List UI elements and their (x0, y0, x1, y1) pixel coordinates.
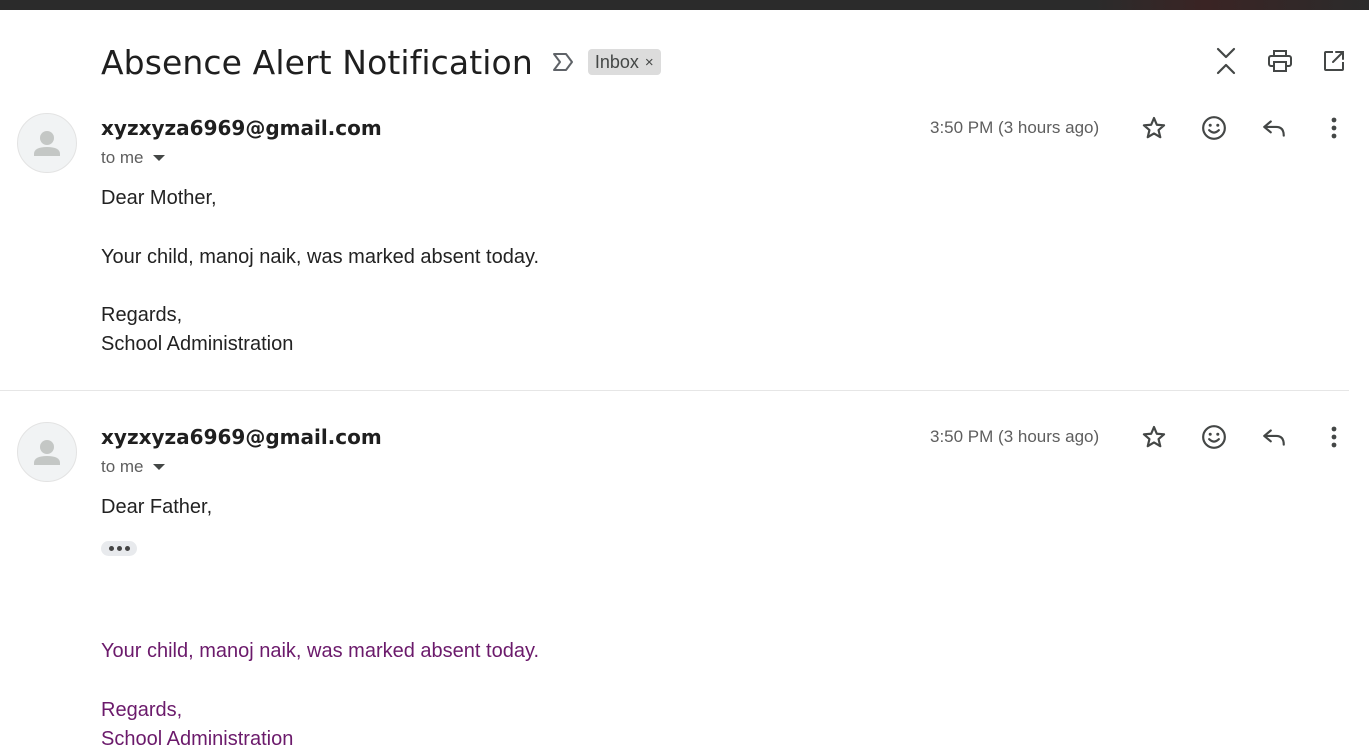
message-time: 3:50 PM (3 hours ago) (930, 118, 1100, 137)
emoji-icon (1202, 425, 1226, 449)
print-all-button[interactable] (1263, 44, 1297, 78)
person-icon (34, 131, 60, 156)
inbox-label-chip: Inbox × (587, 49, 661, 75)
body-greeting: Dear Mother, (101, 187, 217, 209)
reply-icon (1263, 120, 1285, 137)
quoted-body-text: Your child, manoj naik, was marked absen… (101, 640, 540, 662)
label-text: Inbox (594, 51, 639, 72)
star-button[interactable] (1136, 419, 1172, 455)
open-new-window-button[interactable] (1317, 44, 1351, 78)
add-reaction-button[interactable] (1196, 419, 1232, 455)
person-icon (34, 440, 60, 465)
collapse-all-icon (1216, 47, 1236, 75)
sender-email[interactable]: xyzxyza6969@gmail.com (101, 116, 382, 140)
body-signature: School Administration (101, 333, 294, 355)
star-icon (1142, 116, 1166, 139)
remove-label-icon[interactable]: × (645, 54, 654, 71)
body-greeting: Dear Father, (101, 496, 213, 518)
reply-icon (1263, 429, 1285, 446)
more-options-button[interactable] (1316, 110, 1352, 146)
add-reaction-button[interactable] (1196, 110, 1232, 146)
sender-avatar[interactable] (17, 113, 77, 173)
quoted-body-signature: School Administration (101, 728, 294, 750)
emoji-icon (1202, 116, 1226, 140)
more-vert-icon (1331, 117, 1337, 139)
importance-marker-icon[interactable] (551, 49, 577, 75)
recipient-details-toggle[interactable]: to me (101, 148, 166, 168)
star-icon (1142, 425, 1166, 448)
more-vert-icon (1331, 426, 1337, 448)
ellipsis-dot (108, 546, 114, 551)
message-time: 3:50 PM (3 hours ago) (930, 427, 1100, 446)
subject-header: Absence Alert Notification Inbox × (101, 40, 661, 84)
sender-avatar[interactable] (17, 422, 77, 482)
ellipsis-dot (124, 546, 130, 551)
body-closing: Regards, (101, 304, 183, 326)
reply-button[interactable] (1256, 419, 1292, 455)
show-trimmed-content-button[interactable] (101, 541, 137, 556)
dropdown-arrow-icon (152, 155, 165, 161)
reply-button[interactable] (1256, 110, 1292, 146)
ellipsis-dot (116, 546, 122, 551)
subject-title: Absence Alert Notification (101, 42, 533, 82)
dropdown-arrow-icon (152, 464, 165, 470)
to-label: to me (101, 148, 144, 167)
to-label: to me (101, 457, 144, 476)
body-text: Your child, manoj naik, was marked absen… (101, 246, 540, 268)
recipient-details-toggle[interactable]: to me (101, 457, 166, 477)
browser-top-strip (0, 0, 1369, 10)
star-button[interactable] (1136, 110, 1172, 146)
message-divider (0, 390, 1349, 391)
more-options-button[interactable] (1316, 419, 1352, 455)
collapse-all-button[interactable] (1209, 44, 1243, 78)
quoted-body-closing: Regards, (101, 699, 183, 721)
print-icon (1268, 50, 1292, 72)
open-in-new-window-icon (1324, 51, 1344, 71)
sender-email[interactable]: xyzxyza6969@gmail.com (101, 425, 382, 449)
